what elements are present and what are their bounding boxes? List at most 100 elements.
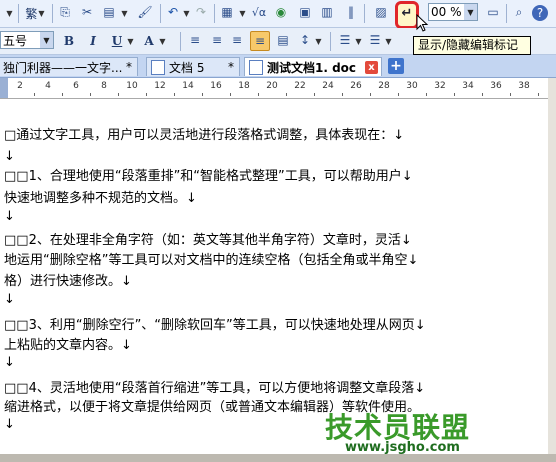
ruler-number: 30 [406, 81, 418, 91]
read-mode-icon[interactable]: ▭ [484, 3, 502, 21]
ruler-number: 6 [73, 81, 79, 91]
font-size-dropdown-icon[interactable]: ▼ [40, 32, 53, 48]
traditional-chinese-button[interactable]: 繁 ▼ [22, 3, 48, 23]
ruler-margin [0, 78, 8, 98]
insert-table-icon[interactable]: ▦ [218, 3, 236, 21]
ruler-tick [118, 93, 119, 96]
new-tab-button[interactable]: + [388, 58, 404, 74]
undo-dropdown-icon[interactable]: ▼ [182, 3, 190, 23]
align-right-icon[interactable]: ≡ [228, 31, 246, 49]
line-spacing-icon[interactable]: ↕ [296, 31, 314, 49]
tab-doc-2[interactable]: 文档 5 * [146, 57, 240, 76]
horizontal-ruler[interactable]: 2 4 6 8 10 12 14 16 18 20 22 24 26 28 30 32 34 36 38 [0, 78, 548, 99]
italic-button[interactable]: I [84, 31, 102, 51]
document-page[interactable]: □通过文字工具，用户可以灵活地进行段落格式调整，具体表现在：↓ ↓ □□1、合理地使… [0, 99, 548, 454]
document-icon [151, 59, 165, 75]
zoom-select[interactable]: 00 % ▼ [428, 3, 478, 21]
font-effects-button[interactable]: A [140, 31, 158, 51]
document-line: □□4、灵活地使用“段落首行缩进”等工具，可以方便地将调整文章段落↓ [4, 381, 426, 396]
formatting-marks-icon: ↵ [401, 5, 413, 21]
undo-icon[interactable]: ↶ [164, 3, 182, 21]
ruler-number: 2 [17, 81, 23, 91]
document-icon [249, 59, 263, 75]
document-tab-bar: 独门利器——一文字... * 文档 5 * 测试文档1. doc x + [0, 55, 556, 78]
zoom-dropdown-icon[interactable]: ▼ [464, 4, 477, 20]
format-painter-icon[interactable]: 🖌 [136, 3, 154, 21]
distributed-align-icon[interactable]: ▤ [274, 31, 292, 49]
mouse-pointer-icon [416, 14, 429, 32]
tab-label: 文档 5 [169, 60, 205, 75]
standard-toolbar: ▼ 繁 ▼ ⎘ ✂ ▤ ▼ 🖌 ↶ ▼ ↷ ▦ ▼ √α ◉ ▣ ▥ ‖ ▨ ↵ … [0, 0, 556, 29]
ruler-tick [482, 93, 483, 96]
window-edge [0, 454, 556, 462]
bulleted-list-icon[interactable]: ☰ [366, 31, 384, 49]
find-binoculars-icon[interactable]: ⌕ [510, 3, 528, 21]
bulleted-list-dropdown-icon[interactable]: ▼ [384, 31, 392, 51]
underline-button[interactable]: U [108, 31, 126, 51]
ruler-number: 12 [154, 81, 166, 91]
watermark-url: www.jsgho.com [345, 440, 460, 455]
tab-label: 测试文档1. doc [267, 60, 357, 75]
paste-icon[interactable]: ▤ [100, 3, 118, 21]
document-line: ↓ [4, 292, 15, 307]
tab-label: 独门利器——一文字... [3, 60, 123, 75]
document-line: ↓ [4, 209, 15, 224]
bold-button[interactable]: B [60, 31, 78, 51]
ruler-number: 32 [434, 81, 446, 91]
document-line: 快速地调整多种不规范的文档。↓ [4, 191, 197, 206]
traditional-label: 繁 [25, 6, 38, 21]
columns-icon[interactable]: ▥ [318, 3, 336, 21]
ruler-number: 26 [350, 81, 362, 91]
close-tab-icon[interactable]: x [365, 60, 378, 74]
help-icon[interactable]: ? [532, 5, 548, 21]
ruler-tick [258, 93, 259, 96]
ruler-number: 18 [238, 81, 250, 91]
line-spacing-dropdown-icon[interactable]: ▼ [314, 31, 322, 51]
ruler-tick [314, 93, 315, 96]
unsaved-marker: * [126, 60, 132, 74]
ruler-tick [398, 93, 399, 96]
ruler-number: 28 [378, 81, 390, 91]
grid-table-icon[interactable]: ▣ [296, 3, 314, 21]
document-line: ↓ [4, 417, 15, 432]
ruler-tick [426, 93, 427, 96]
document-line: ↓ [4, 355, 15, 370]
dropdown-arrow-icon[interactable]: ▼ [2, 3, 16, 23]
tab-doc-3[interactable]: 测试文档1. doc x [244, 57, 382, 76]
document-line: 地运用“删除空格”等工具可以对文档中的连续空格（包括全角或半角空↓ [4, 253, 419, 268]
zoom-value: 00 % [431, 5, 462, 19]
numbered-list-dropdown-icon[interactable]: ▼ [354, 31, 362, 51]
document-line: ↓ [4, 149, 15, 164]
justify-icon[interactable]: ≡ [250, 31, 270, 51]
underline-dropdown-icon[interactable]: ▼ [126, 31, 134, 51]
ruler-tick [538, 93, 539, 96]
align-center-icon[interactable]: ≡ [208, 31, 226, 49]
redo-icon[interactable]: ↷ [192, 3, 210, 21]
align-left-icon[interactable]: ≡ [186, 31, 204, 49]
ruler-tick [62, 93, 63, 96]
ruler-number: 8 [101, 81, 107, 91]
ruler-tick [230, 93, 231, 96]
hyperlink-globe-icon[interactable]: ◉ [272, 3, 290, 21]
ruler-number: 34 [462, 81, 474, 91]
font-size-select[interactable]: 五号 ▼ [0, 31, 54, 49]
table-dropdown-icon[interactable]: ▼ [238, 3, 246, 23]
document-line: □通过文字工具，用户可以灵活地进行段落格式调整，具体表现在：↓ [4, 128, 405, 143]
chart-columns-icon[interactable]: ‖ [342, 3, 360, 21]
font-effects-dropdown-icon[interactable]: ▼ [158, 31, 166, 51]
formula-icon[interactable]: √α [250, 3, 268, 21]
copy-icon[interactable]: ⎘ [56, 3, 74, 21]
ruler-tick [454, 93, 455, 96]
ruler-number: 16 [210, 81, 222, 91]
paste-dropdown-icon[interactable]: ▼ [120, 3, 128, 23]
document-line: □□3、利用“删除空行”、“删除软回车”等工具，可以快速地处理从网页↓ [4, 318, 426, 333]
ruler-number: 38 [518, 81, 530, 91]
document-line: □□2、在处理非全角字符（如：英文等其他半角字符）文章时，灵活↓ [4, 233, 412, 248]
image-icon[interactable]: ▨ [372, 3, 390, 21]
ruler-tick [510, 93, 511, 96]
tab-doc-1[interactable]: 独门利器——一文字... * [0, 57, 138, 76]
ruler-tick [146, 93, 147, 96]
numbered-list-icon[interactable]: ☰ [336, 31, 354, 49]
cut-icon[interactable]: ✂ [78, 3, 96, 21]
vertical-scrollbar[interactable] [548, 78, 556, 454]
